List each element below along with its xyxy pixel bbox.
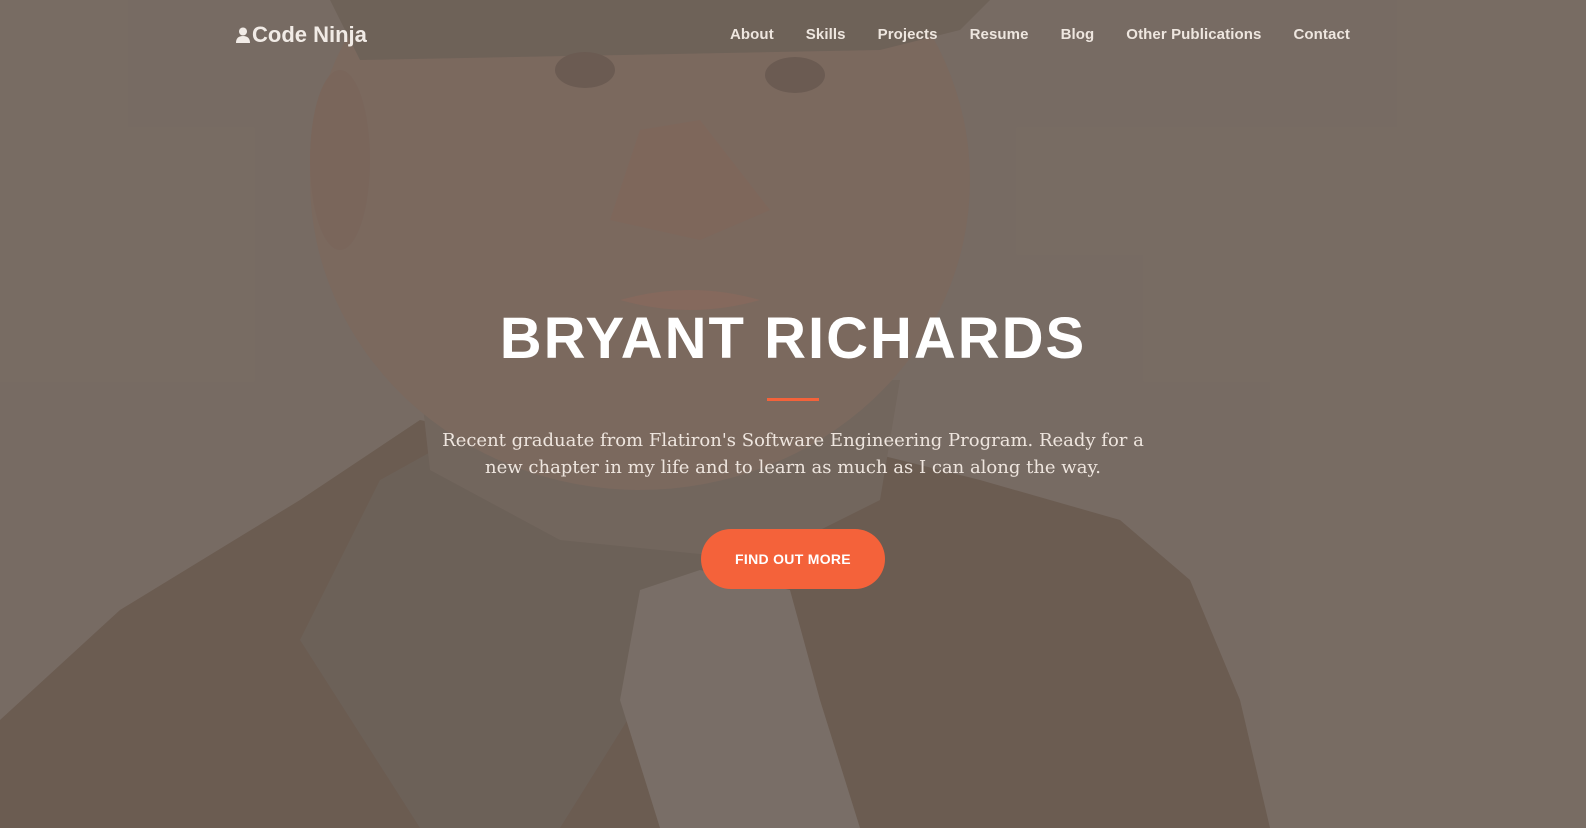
nav-link-contact[interactable]: Contact [1293, 26, 1350, 43]
nav-link-skills[interactable]: Skills [806, 26, 846, 43]
nav-link-resume[interactable]: Resume [970, 26, 1029, 43]
hero-title: BRYANT RICHARDS [499, 306, 1087, 371]
navbar: Code Ninja About Skills Projects Resume … [0, 0, 1586, 70]
hero-section: BRYANT RICHARDS Recent graduate from Fla… [0, 300, 1586, 589]
nav-link-about[interactable]: About [730, 26, 774, 43]
user-icon [236, 27, 250, 43]
brand-name: Code Ninja [252, 22, 367, 47]
nav-link-blog[interactable]: Blog [1061, 26, 1095, 43]
hero-subtitle: Recent graduate from Flatiron's Software… [442, 430, 1144, 478]
nav-links: About Skills Projects Resume Blog Other … [730, 26, 1350, 43]
hero-divider [767, 398, 819, 401]
nav-link-other-publications[interactable]: Other Publications [1126, 26, 1261, 43]
find-out-more-button[interactable]: FIND OUT MORE [701, 529, 885, 589]
nav-link-projects[interactable]: Projects [878, 26, 938, 43]
brand-link[interactable]: Code Ninja [236, 22, 367, 48]
